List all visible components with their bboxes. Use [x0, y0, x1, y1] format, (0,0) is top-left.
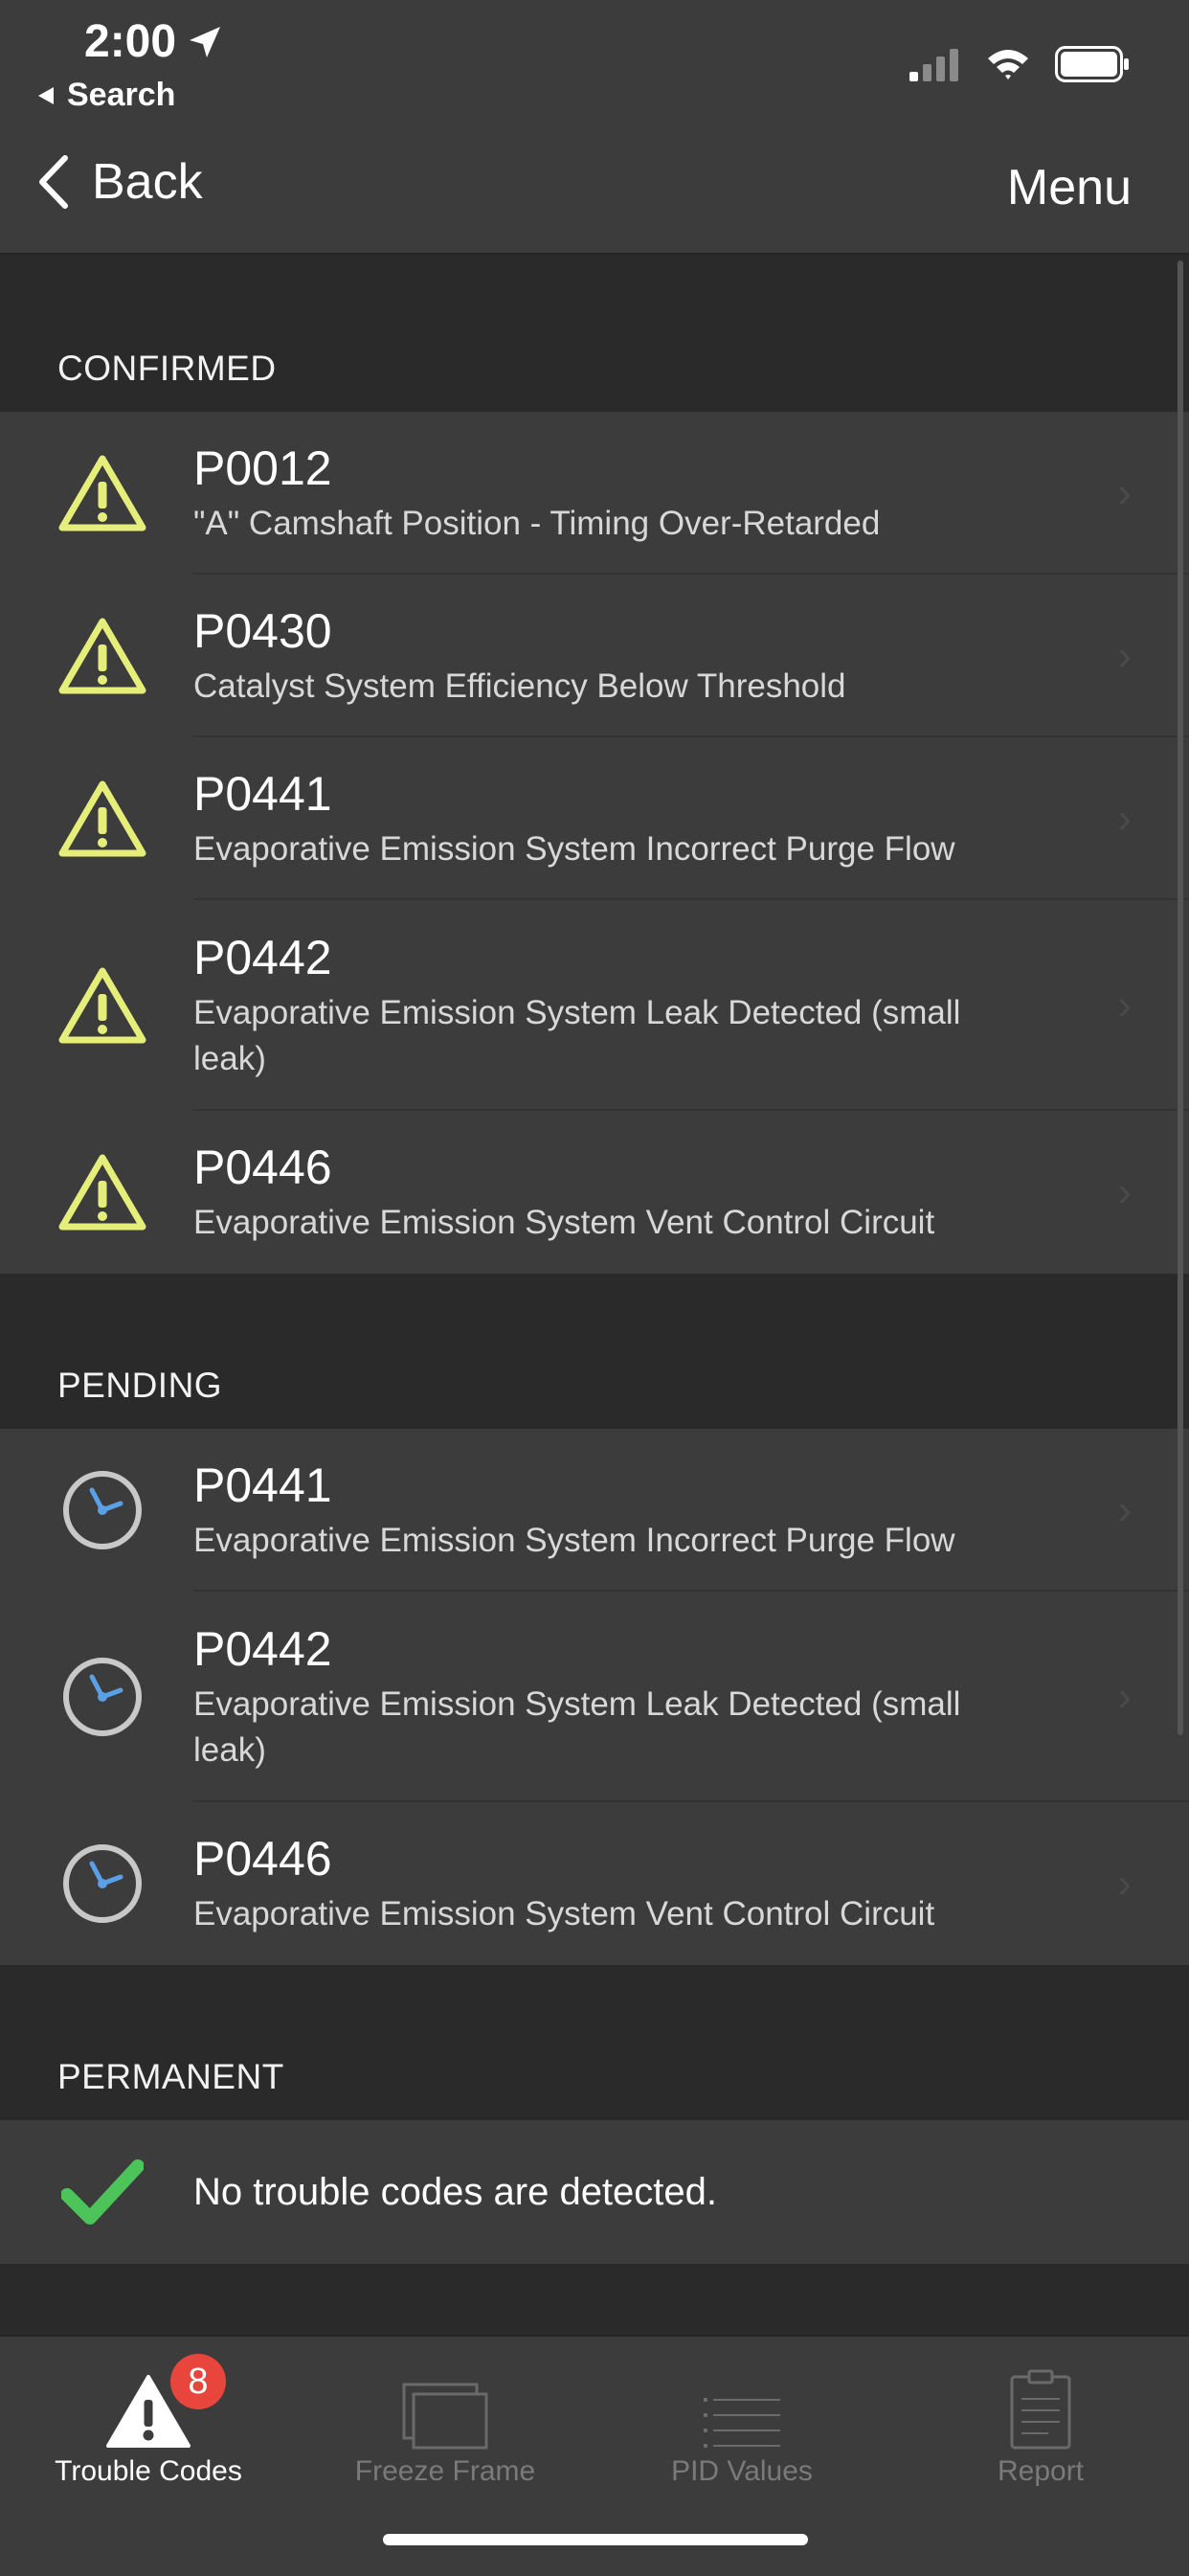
dtc-code: P0441: [193, 1458, 332, 1512]
status-time-label: 2:00: [84, 16, 177, 67]
chevron-right-icon: ›: [1117, 1168, 1132, 1215]
pending-code-row[interactable]: P0441 Evaporative Emission System Incorr…: [0, 1429, 1189, 1592]
freeze-frame-icon: [402, 2383, 488, 2450]
dtc-code: P0442: [193, 1622, 332, 1676]
chevron-right-icon: ›: [1117, 1486, 1132, 1533]
back-button[interactable]: Back: [36, 153, 203, 211]
dtc-description: Evaporative Emission System Vent Control…: [193, 1895, 935, 1932]
clock-icon: [57, 1839, 147, 1929]
pending-list: P0441 Evaporative Emission System Incorr…: [0, 1429, 1189, 1965]
chevron-left-icon: [39, 155, 68, 209]
tab-freeze-frame[interactable]: Freeze Frame: [297, 2354, 594, 2488]
status-time: 2:00: [84, 15, 224, 68]
status-back-label: Search: [67, 77, 176, 113]
dtc-description: Catalyst System Efficiency Below Thresho…: [193, 667, 846, 705]
dtc-description: Evaporative Emission System Vent Control…: [193, 1204, 935, 1241]
clipboard-icon: [1010, 2369, 1071, 2450]
dtc-code: P0012: [193, 441, 332, 495]
dtc-code: P0442: [193, 931, 332, 984]
dtc-code: P0446: [193, 1832, 332, 1886]
cellular-signal-icon: [909, 49, 958, 81]
back-button-label: Back: [92, 154, 203, 210]
warning-icon: [57, 960, 147, 1051]
tab-report[interactable]: Report: [892, 2354, 1189, 2488]
location-arrow-icon: [190, 26, 221, 57]
dtc-description: "A" Camshaft Position - Timing Over-Reta…: [193, 505, 881, 542]
chevron-right-icon: ›: [1117, 469, 1132, 516]
list-icon: [704, 2398, 780, 2448]
home-indicator[interactable]: [383, 2534, 808, 2545]
confirmed-code-row[interactable]: P0442 Evaporative Emission System Leak D…: [0, 900, 1189, 1111]
confirmed-list: P0012 "A" Camshaft Position - Timing Ove…: [0, 412, 1189, 1274]
no-codes-message: No trouble codes are detected.: [193, 2170, 718, 2213]
dtc-code: P0430: [193, 604, 332, 658]
status-icons: [909, 46, 1132, 82]
confirmed-code-row[interactable]: P0012 "A" Camshaft Position - Timing Ove…: [0, 412, 1189, 575]
tab-label: PID Values: [671, 2455, 813, 2487]
pending-code-row[interactable]: P0442 Evaporative Emission System Leak D…: [0, 1592, 1189, 1802]
back-triangle-icon: [38, 86, 54, 104]
section-header-pending: PENDING: [57, 1366, 223, 1405]
clock-icon: [57, 1465, 147, 1555]
chevron-right-icon: ›: [1117, 1673, 1132, 1720]
tab-label: Report: [997, 2455, 1085, 2487]
confirmed-code-row[interactable]: P0446 Evaporative Emission System Vent C…: [0, 1111, 1189, 1274]
warning-icon: [57, 448, 147, 538]
trouble-codes-list[interactable]: CONFIRMED P0012 "A" Camshaft Position - …: [0, 255, 1189, 2335]
tab-label: Trouble Codes: [55, 2455, 242, 2487]
section-header-confirmed: CONFIRMED: [57, 349, 277, 388]
chevron-right-icon: ›: [1117, 795, 1132, 842]
dtc-description: Evaporative Emission System Leak Detecte…: [193, 994, 961, 1077]
dtc-code: P0441: [193, 767, 332, 821]
no-codes-row: No trouble codes are detected.: [0, 2120, 1189, 2264]
permanent-list: No trouble codes are detected.: [0, 2120, 1189, 2264]
tab-pid-values[interactable]: PID Values: [594, 2354, 890, 2488]
menu-button[interactable]: Menu: [1007, 159, 1132, 216]
section-header-permanent: PERMANENT: [57, 2057, 284, 2096]
tab-label: Freeze Frame: [354, 2455, 536, 2487]
clock-icon: [57, 1652, 147, 1742]
status-back-to-app[interactable]: Search: [36, 77, 175, 114]
confirmed-code-row[interactable]: P0430 Catalyst System Efficiency Below T…: [0, 575, 1189, 737]
chevron-right-icon: ›: [1117, 632, 1132, 679]
warning-icon: [57, 1147, 147, 1237]
wifi-icon: [988, 50, 1028, 79]
tab-trouble-codes[interactable]: 8 Trouble Codes: [0, 2354, 297, 2488]
checkmark-icon: [57, 2147, 147, 2237]
trouble-codes-badge: 8: [170, 2354, 226, 2409]
warning-icon: [57, 611, 147, 701]
pending-code-row[interactable]: P0446 Evaporative Emission System Vent C…: [0, 1802, 1189, 1965]
confirmed-code-row[interactable]: P0441 Evaporative Emission System Incorr…: [0, 737, 1189, 900]
chevron-right-icon: ›: [1117, 1860, 1132, 1907]
warning-icon: [57, 774, 147, 864]
top-bar: 2:00 Search Back Menu: [0, 0, 1189, 255]
chevron-right-icon: ›: [1117, 982, 1132, 1028]
dtc-description: Evaporative Emission System Incorrect Pu…: [193, 830, 955, 868]
dtc-code: P0446: [193, 1141, 332, 1194]
scrollbar[interactable]: [1178, 260, 1183, 1735]
battery-icon: [1055, 46, 1129, 82]
dtc-description: Evaporative Emission System Incorrect Pu…: [193, 1522, 955, 1559]
dtc-description: Evaporative Emission System Leak Detecte…: [193, 1685, 961, 1769]
